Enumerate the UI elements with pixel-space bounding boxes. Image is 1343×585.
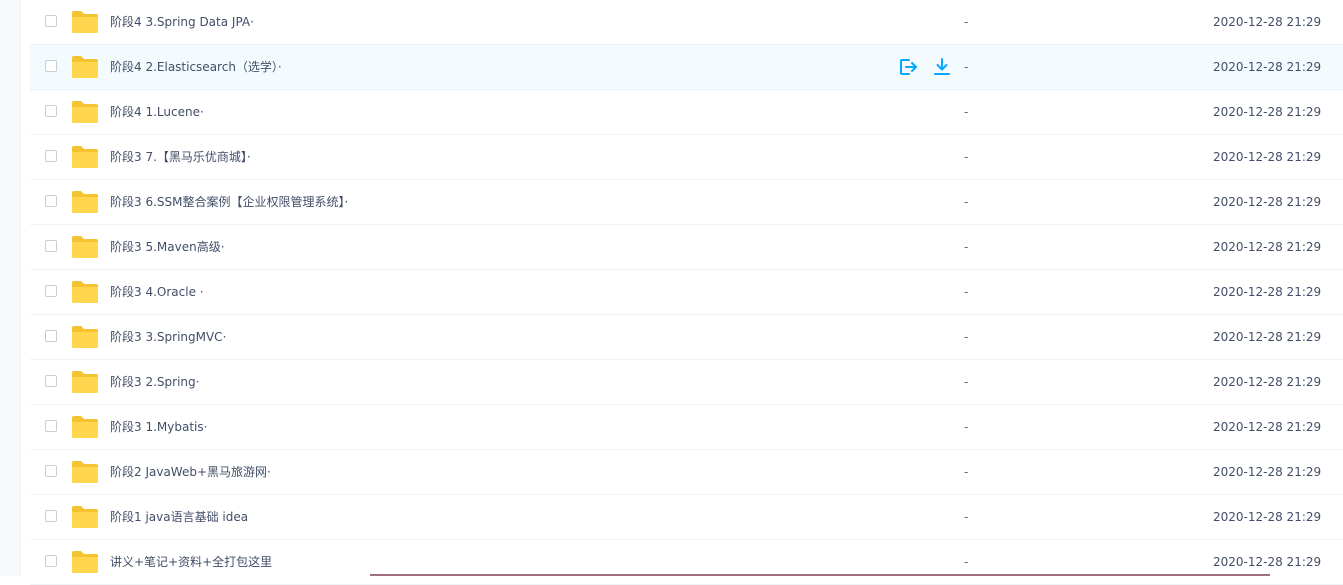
folder-icon (71, 505, 99, 529)
file-size: - (964, 375, 969, 389)
file-name-link[interactable]: 阶段3 4.Oracle · (110, 270, 204, 315)
modified-date: 2020-12-28 21:29 (1213, 285, 1322, 299)
table-row[interactable]: 阶段3 6.SSM整合案例【企业权限管理系统】· - 2020-12-28 21:2… (30, 180, 1343, 225)
download-icon[interactable] (932, 57, 952, 77)
table-row[interactable]: 讲义+笔记+资料+全打包这里 - 2020-12-28 21:29 (30, 540, 1343, 585)
row-checkbox[interactable] (45, 150, 57, 162)
folder-icon (71, 370, 99, 394)
row-checkbox[interactable] (45, 465, 57, 477)
file-name-link[interactable]: 阶段4 1.Lucene· (110, 90, 204, 135)
row-checkbox[interactable] (45, 555, 57, 567)
table-row[interactable]: 阶段3 4.Oracle · - 2020-12-28 21:29 (30, 270, 1343, 315)
file-size: - (964, 420, 969, 434)
file-size: - (964, 105, 969, 119)
row-checkbox[interactable] (45, 105, 57, 117)
row-checkbox[interactable] (45, 420, 57, 432)
file-size: - (964, 150, 969, 164)
modified-date: 2020-12-28 21:29 (1213, 195, 1322, 209)
file-name-link[interactable]: 阶段4 2.Elasticsearch（选学）· (110, 45, 282, 90)
modified-date: 2020-12-28 21:29 (1213, 375, 1322, 389)
table-row[interactable]: 阶段4 2.Elasticsearch（选学）· - 2020-12-28 21:2… (30, 44, 1343, 90)
file-name-link[interactable]: 阶段2 JavaWeb+黑马旅游网· (110, 450, 271, 495)
row-checkbox[interactable] (45, 375, 57, 387)
modified-date: 2020-12-28 21:29 (1213, 555, 1322, 569)
folder-icon (71, 325, 99, 349)
modified-date: 2020-12-28 21:29 (1213, 330, 1322, 344)
table-row[interactable]: 阶段1 java语言基础 idea - 2020-12-28 21:29 (30, 495, 1343, 540)
table-row[interactable]: 阶段3 3.SpringMVC· - 2020-12-28 21:29 (30, 315, 1343, 360)
row-checkbox[interactable] (45, 15, 57, 27)
folder-icon (71, 550, 99, 574)
file-name-link[interactable]: 阶段1 java语言基础 idea (110, 495, 248, 540)
file-size: - (964, 195, 969, 209)
file-size: - (964, 285, 969, 299)
file-name-link[interactable]: 阶段3 1.Mybatis· (110, 405, 207, 450)
share-icon[interactable] (898, 57, 918, 77)
folder-icon (71, 55, 99, 79)
modified-date: 2020-12-28 21:29 (1213, 465, 1322, 479)
folder-icon (71, 10, 99, 34)
file-size: - (964, 330, 969, 344)
modified-date: 2020-12-28 21:29 (1213, 105, 1322, 119)
file-name-link[interactable]: 阶段3 3.SpringMVC· (110, 315, 226, 360)
folder-icon (71, 145, 99, 169)
file-size: - (964, 240, 969, 254)
row-checkbox[interactable] (45, 510, 57, 522)
folder-icon (71, 190, 99, 214)
table-row[interactable]: 阶段4 3.Spring Data JPA· - 2020-12-28 21:29 (30, 0, 1343, 45)
row-checkbox[interactable] (45, 195, 57, 207)
row-checkbox[interactable] (45, 60, 57, 72)
row-checkbox[interactable] (45, 240, 57, 252)
row-checkbox[interactable] (45, 330, 57, 342)
file-name-link[interactable]: 阶段3 2.Spring· (110, 360, 199, 405)
file-size: - (964, 555, 969, 569)
table-row[interactable]: 阶段3 5.Maven高级· - 2020-12-28 21:29 (30, 225, 1343, 270)
modified-date: 2020-12-28 21:29 (1213, 420, 1322, 434)
table-row[interactable]: 阶段4 1.Lucene· - 2020-12-28 21:29 (30, 90, 1343, 135)
file-name-link[interactable]: 阶段4 3.Spring Data JPA· (110, 0, 254, 45)
modified-date: 2020-12-28 21:29 (1213, 510, 1322, 524)
folder-icon (71, 415, 99, 439)
file-size: - (964, 510, 969, 524)
modified-date: 2020-12-28 21:29 (1213, 15, 1322, 29)
file-size: - (964, 60, 969, 74)
table-row[interactable]: 阶段2 JavaWeb+黑马旅游网· - 2020-12-28 21:29 (30, 450, 1343, 495)
table-row[interactable]: 阶段3 7.【黑马乐优商城】· - 2020-12-28 21:29 (30, 135, 1343, 180)
modified-date: 2020-12-28 21:29 (1213, 60, 1322, 74)
folder-icon (71, 235, 99, 259)
folder-icon (71, 280, 99, 304)
file-name-link[interactable]: 阶段3 5.Maven高级· (110, 225, 225, 270)
table-row[interactable]: 阶段3 2.Spring· - 2020-12-28 21:29 (30, 360, 1343, 405)
modified-date: 2020-12-28 21:29 (1213, 150, 1322, 164)
folder-icon (71, 100, 99, 124)
file-size: - (964, 15, 969, 29)
left-sidebar-edge (0, 0, 21, 576)
folder-icon (71, 460, 99, 484)
row-checkbox[interactable] (45, 285, 57, 297)
modified-date: 2020-12-28 21:29 (1213, 240, 1322, 254)
file-name-link[interactable]: 讲义+笔记+资料+全打包这里 (110, 540, 272, 585)
file-size: - (964, 465, 969, 479)
file-name-link[interactable]: 阶段3 6.SSM整合案例【企业权限管理系统】· (110, 180, 348, 225)
table-row[interactable]: 阶段3 1.Mybatis· - 2020-12-28 21:29 (30, 405, 1343, 450)
file-name-link[interactable]: 阶段3 7.【黑马乐优商城】· (110, 135, 251, 180)
file-list: 阶段4 3.Spring Data JPA· -2020-12-28 21:29 阶… (30, 0, 1343, 585)
